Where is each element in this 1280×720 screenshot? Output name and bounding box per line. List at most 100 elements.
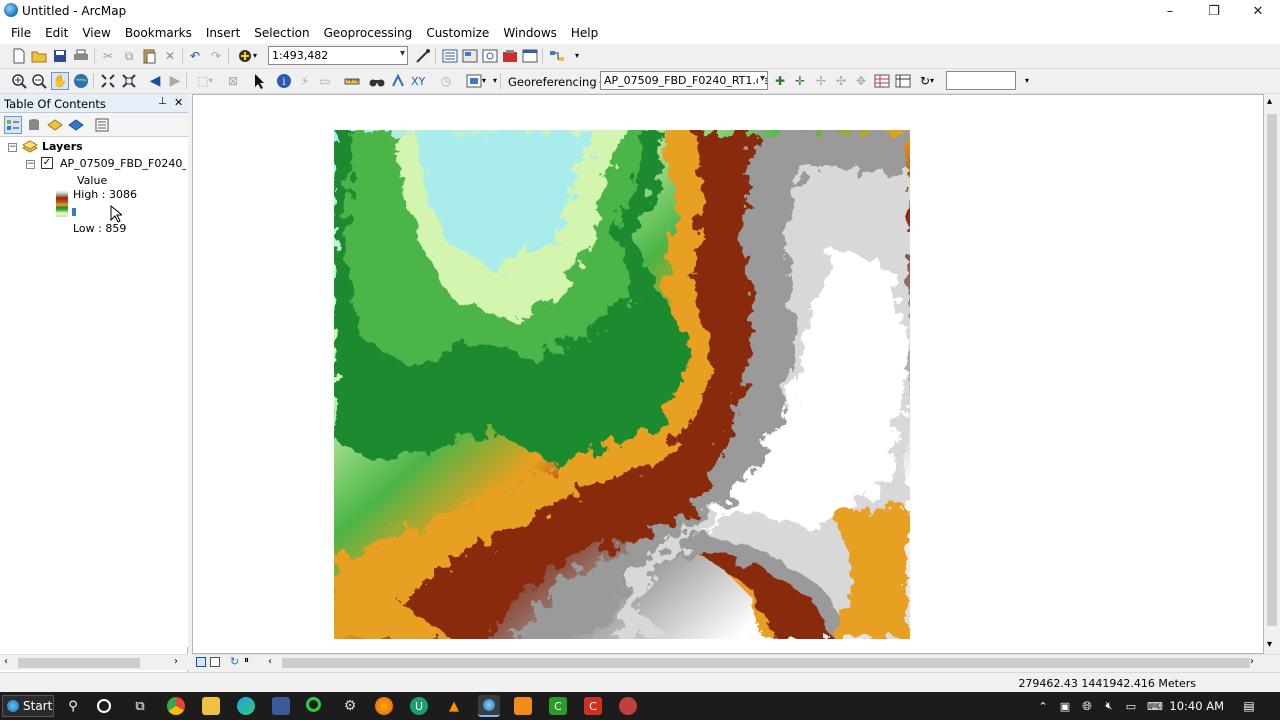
find-route-icon[interactable] (389, 72, 407, 90)
table-of-contents-icon[interactable] (441, 47, 459, 65)
menu-selection[interactable]: Selection (247, 26, 316, 40)
scroll-up-icon[interactable]: ▴ (1267, 96, 1272, 107)
pan-hand-icon[interactable]: ✋ (51, 72, 69, 90)
start-button[interactable]: Start (2, 695, 54, 717)
scroll-left-icon[interactable]: ‹ (4, 656, 8, 667)
app-red-icon[interactable]: C (584, 697, 602, 715)
measure-icon[interactable] (343, 72, 361, 90)
restore-button[interactable]: ❐ (1192, 0, 1236, 22)
toc-close-icon[interactable]: ✕ (174, 96, 183, 109)
fixed-zoom-in-icon[interactable] (99, 72, 117, 90)
menu-customize[interactable]: Customize (419, 26, 496, 40)
model-builder-icon[interactable] (548, 47, 566, 65)
collapse-layer-icon[interactable]: − (26, 160, 35, 169)
battery-icon[interactable]: ▭ (1122, 697, 1140, 715)
menu-insert[interactable]: Insert (199, 26, 247, 40)
delete-icon[interactable]: ✕ (161, 47, 179, 65)
zoom-out-icon[interactable] (30, 72, 48, 90)
toolbar-options-chevron-icon[interactable]: ▾ (568, 47, 586, 65)
arccatalog-icon[interactable] (514, 697, 532, 715)
scroll-right-icon[interactable]: › (1250, 656, 1254, 667)
python-window-icon[interactable] (521, 47, 539, 65)
auto-adjust-icon[interactable] (894, 72, 912, 90)
identify-icon[interactable]: i (275, 72, 293, 90)
georeferencing-input-field[interactable] (946, 71, 1016, 90)
toolbar-options-chevron-icon[interactable]: ▾ (1018, 72, 1036, 90)
clear-selection-icon[interactable]: ⊠ (224, 72, 242, 90)
layout-view-icon[interactable] (210, 657, 220, 667)
cortana-icon[interactable] (97, 699, 111, 713)
shift-icon[interactable]: ✥ (852, 72, 870, 90)
menu-edit[interactable]: Edit (38, 26, 75, 40)
scale-icon[interactable]: ✣ (832, 72, 850, 90)
layer-visibility-checkbox[interactable]: ✓ (41, 157, 53, 169)
app-green-icon[interactable]: C (549, 697, 567, 715)
layer-name[interactable]: AP_07509_FBD_F0240_RT1.dem (60, 157, 186, 170)
scroll-right-icon[interactable]: › (174, 656, 178, 667)
full-extent-globe-icon[interactable] (72, 72, 90, 90)
add-control-points-icon[interactable]: ✚ (771, 72, 789, 90)
forward-arrow-icon[interactable]: ▶ (166, 72, 184, 90)
map-vscroll-thumb[interactable] (1267, 114, 1277, 626)
store-icon[interactable] (272, 697, 290, 715)
data-view-icon[interactable] (196, 657, 206, 667)
sync-app-icon[interactable] (306, 697, 321, 712)
toc-options-icon[interactable] (93, 116, 111, 134)
view-link-table-icon[interactable] (873, 72, 891, 90)
catalog-icon[interactable] (461, 47, 479, 65)
add-data-icon[interactable]: ▾ (234, 47, 260, 65)
select-elements-arrow-icon[interactable] (250, 72, 268, 90)
html-popup-icon[interactable]: ▭ (316, 72, 334, 90)
find-binoculars-icon[interactable] (368, 72, 386, 90)
map-hscroll-thumb[interactable] (282, 658, 1250, 668)
map-vertical-scrollbar[interactable]: ▴ ▾ (1264, 94, 1280, 654)
toc-scroll-thumb[interactable] (18, 658, 140, 668)
menu-geoprocessing[interactable]: Geoprocessing (317, 26, 420, 40)
add-control-points-alt-icon[interactable]: ✛ (791, 72, 809, 90)
volume-muted-icon[interactable]: 🔇︎ (1100, 697, 1118, 715)
menu-view[interactable]: View (75, 26, 117, 40)
map-scale-combo[interactable]: 1:493,482 ▾ (268, 46, 408, 65)
tray-chevron-up-icon[interactable]: ⌃ (1034, 697, 1052, 715)
georeferencing-menu[interactable]: Georeferencing ▾ (508, 75, 603, 89)
zoom-in-icon[interactable] (10, 72, 28, 90)
refresh-icon[interactable]: ↻ (230, 655, 239, 668)
undo-icon[interactable]: ↶ (186, 47, 204, 65)
search-window-icon[interactable] (481, 47, 499, 65)
menu-help[interactable]: Help (564, 26, 605, 40)
layers-group-label[interactable]: Layers (42, 140, 83, 153)
chrome-icon[interactable] (167, 697, 185, 715)
app-misc-icon[interactable] (619, 697, 637, 715)
scroll-down-icon[interactable]: ▾ (1267, 639, 1272, 650)
menu-windows[interactable]: Windows (496, 26, 564, 40)
list-by-selection-icon[interactable] (67, 116, 85, 134)
dem-raster-image[interactable] (334, 130, 910, 639)
time-slider-icon[interactable]: ◷ (437, 72, 455, 90)
copy-icon[interactable]: ⧉ (120, 47, 138, 65)
hyperlink-icon[interactable]: ⚡ (296, 72, 314, 90)
network-globe-icon[interactable]: 🌐︎ (1078, 697, 1096, 715)
menu-bookmarks[interactable]: Bookmarks (118, 26, 199, 40)
firefox-icon[interactable] (375, 697, 393, 715)
keyboard-icon[interactable]: ⌨ (1146, 697, 1164, 715)
save-icon[interactable] (51, 47, 69, 65)
rotate-icon[interactable]: ✢ (812, 72, 830, 90)
notifications-icon[interactable]: ▤ (1240, 697, 1258, 715)
tray-device-icon[interactable]: ▣ (1056, 697, 1074, 715)
list-by-drawing-order-icon[interactable] (4, 116, 22, 134)
vlc-icon[interactable]: ▲ (445, 697, 463, 715)
pause-drawing-icon[interactable]: ⏸ (244, 655, 249, 666)
search-icon[interactable]: ⚲ (64, 697, 82, 715)
cut-icon[interactable]: ✂ (99, 47, 117, 65)
redo-icon[interactable]: ↷ (207, 47, 225, 65)
file-explorer-icon[interactable] (202, 697, 220, 715)
select-features-icon[interactable]: ⬚ ▾ (192, 72, 218, 90)
scroll-left-icon[interactable]: ‹ (268, 656, 272, 667)
taskbar-clock[interactable]: 10:40 AM (1169, 699, 1224, 713)
close-button[interactable]: ✕ (1236, 0, 1280, 22)
settings-gear-icon[interactable]: ⚙ (341, 697, 359, 715)
fixed-zoom-out-icon[interactable] (120, 72, 138, 90)
open-folder-icon[interactable] (30, 47, 48, 65)
edge-icon[interactable] (237, 697, 255, 715)
go-to-xy-icon[interactable]: XY (409, 72, 427, 90)
